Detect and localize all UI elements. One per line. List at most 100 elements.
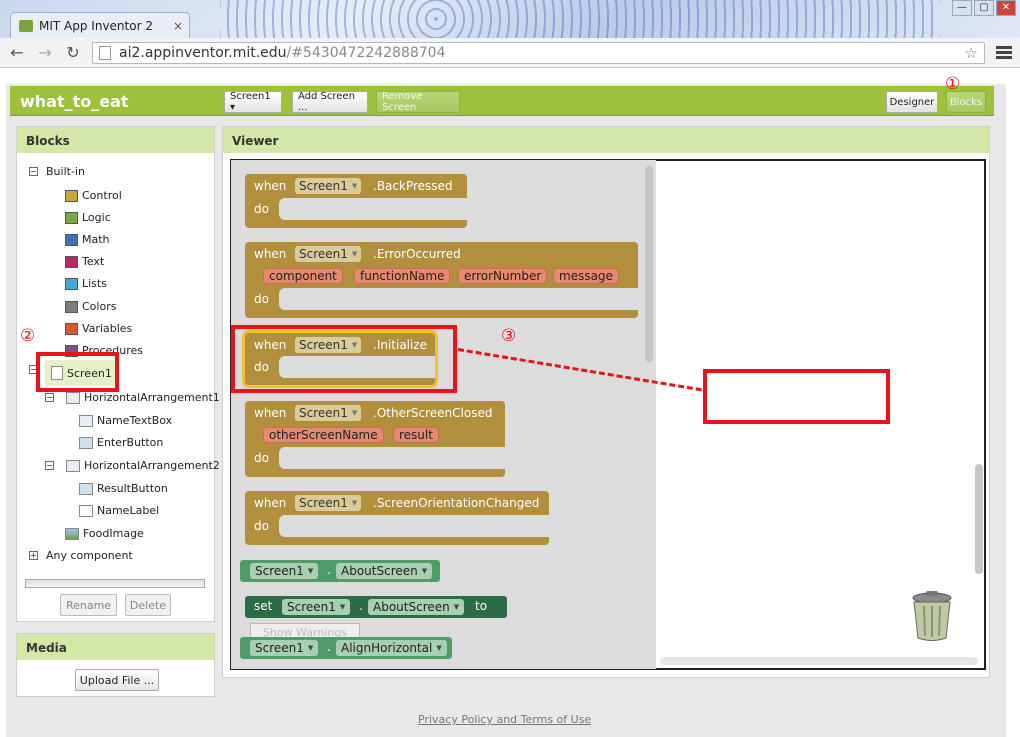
rename-button[interactable]: Rename [60, 594, 117, 616]
component-dropdown-label: Screen1 [287, 600, 336, 614]
annotation-box-initialize [231, 325, 457, 393]
arrangement-icon [66, 459, 80, 472]
add-screen-button[interactable]: Add Screen ... [292, 91, 368, 113]
tree-horizontal-scrollbar[interactable] [25, 579, 205, 588]
param-otherscreenname[interactable]: otherScreenName [263, 427, 384, 443]
variables-color-icon [65, 322, 78, 335]
browser-toolbar: ← → ↻ ai2.appinventor.mit.edu/#543047224… [0, 38, 1020, 68]
block-screenorientationchanged[interactable]: when Screen1 ▼ .ScreenOrientationChanged … [245, 491, 549, 545]
builtin-item-lists[interactable]: Lists [65, 277, 107, 290]
collapse-icon[interactable]: − [45, 461, 54, 470]
annotation-box-screen1 [36, 352, 119, 392]
component-dropdown[interactable]: Screen1 ▼ [250, 563, 319, 579]
address-bar[interactable]: ai2.appinventor.mit.edu/#543047224288870… [92, 42, 985, 64]
tree-enterbutton[interactable]: EnterButton [79, 436, 163, 449]
do-slot [279, 447, 505, 469]
builtin-label: Built-in [46, 165, 85, 178]
builtin-item-colors[interactable]: Colors [65, 300, 116, 313]
tree-resultbutton[interactable]: ResultButton [79, 482, 168, 495]
builtin-item-label: Math [82, 233, 110, 246]
param-result[interactable]: result [393, 427, 439, 443]
block-erroroccurred[interactable]: when Screen1 ▼ .ErrorOccurred component f… [245, 242, 638, 318]
param-message[interactable]: message [553, 268, 619, 284]
trash-can-icon[interactable] [910, 590, 954, 642]
block-get-aboutscreen[interactable]: Screen1 ▼ . AboutScreen ▼ [240, 560, 440, 582]
annotation-marker-3: ③ [501, 326, 517, 346]
workspace-vertical-scrollbar[interactable] [975, 464, 983, 574]
blocks-panel-title: Blocks [17, 127, 214, 153]
tree-foodimage[interactable]: FoodImage [65, 527, 144, 540]
property-dropdown[interactable]: AboutScreen ▼ [368, 599, 465, 615]
upload-file-button[interactable]: Upload File ... [75, 669, 159, 691]
blocks-button[interactable]: Blocks [946, 91, 986, 113]
param-component[interactable]: component [263, 268, 343, 284]
builtin-item-math[interactable]: Math [65, 233, 110, 246]
text-color-icon [65, 255, 78, 268]
when-label: when [254, 406, 287, 420]
expand-icon[interactable]: + [29, 551, 38, 560]
do-label: do [254, 202, 269, 216]
tree-horizontalarrangement2[interactable]: − HorizontalArrangement2 [45, 459, 220, 472]
builtin-item-logic[interactable]: Logic [65, 211, 111, 224]
url-path: /#5430472242888704 [286, 45, 446, 61]
when-label: when [254, 247, 287, 261]
url-host: ai2.appinventor.mit.edu [119, 45, 287, 61]
tree-nametextbox[interactable]: NameTextBox [79, 414, 172, 427]
workspace-horizontal-scrollbar[interactable] [660, 657, 978, 665]
bookmark-star-icon[interactable]: ☆ [965, 44, 978, 62]
builtin-item-label: Control [82, 189, 122, 202]
any-component-label: Any component [46, 549, 133, 562]
block-backpressed[interactable]: when Screen1 ▼ .BackPressed do [245, 174, 467, 228]
tree-namelabel[interactable]: NameLabel [79, 504, 159, 517]
remove-screen-button[interactable]: Remove Screen [376, 91, 460, 113]
designer-button[interactable]: Designer [886, 91, 938, 113]
tree-any-component[interactable]: + Any component [29, 549, 133, 562]
param-functionname[interactable]: functionName [354, 268, 451, 284]
builtin-item-label: Logic [82, 211, 111, 224]
property-dropdown-label: AboutScreen [341, 564, 418, 578]
collapse-icon[interactable]: − [45, 393, 54, 402]
dropdown-triangle-icon: ▼ [351, 250, 358, 258]
property-dropdown[interactable]: AboutScreen ▼ [336, 563, 433, 579]
app-inventor-favicon-icon [19, 19, 33, 32]
screen-dropdown[interactable]: Screen1 ▼ [295, 246, 362, 262]
tree-horizontalarrangement1[interactable]: − HorizontalArrangement1 [45, 391, 220, 404]
screen-dropdown[interactable]: Screen1 ▼ [295, 405, 362, 421]
property-dropdown[interactable]: AlignHorizontal ▼ [336, 640, 447, 656]
screen-dropdown[interactable]: Screen1 ▼ [295, 495, 362, 511]
delete-button[interactable]: Delete [125, 594, 171, 616]
builtin-item-variables[interactable]: Variables [65, 322, 132, 335]
block-get-alignhorizontal[interactable]: Screen1 ▼ . AlignHorizontal ▼ [240, 637, 452, 659]
lists-color-icon [65, 277, 78, 290]
dot-label: . [327, 640, 331, 654]
maximize-button[interactable]: ▢ [974, 0, 994, 16]
browser-menu-icon[interactable] [996, 44, 1012, 62]
reload-icon[interactable]: ↻ [62, 42, 84, 64]
back-arrow-icon[interactable]: ← [6, 42, 28, 64]
collapse-icon[interactable]: − [29, 167, 38, 176]
builtin-item-control[interactable]: Control [65, 189, 122, 202]
button-icon [79, 482, 93, 495]
logic-color-icon [65, 211, 78, 224]
component-dropdown[interactable]: Screen1 ▼ [282, 599, 351, 615]
block-set-aboutscreen[interactable]: set Screen1 ▼ . AboutScreen ▼ to [245, 596, 507, 618]
flyout-scrollbar[interactable] [645, 166, 653, 362]
tree-builtin[interactable]: − Built-in [29, 165, 85, 178]
minimize-button[interactable]: — [952, 0, 972, 16]
component-label: HorizontalArrangement2 [84, 459, 220, 472]
block-otherscreenclosed[interactable]: when Screen1 ▼ .OtherScreenClosed otherSc… [245, 401, 505, 477]
close-window-button[interactable]: ✕ [996, 0, 1016, 16]
component-dropdown[interactable]: Screen1 ▼ [250, 640, 319, 656]
tab-close-icon[interactable]: × [173, 19, 183, 33]
screen-select-dropdown[interactable]: Screen1 ▾ [224, 91, 282, 113]
label-icon [79, 504, 93, 517]
param-errornumber[interactable]: errorNumber [458, 268, 548, 284]
project-toolbar: what_to_eat Screen1 ▾ Add Screen ... Rem… [10, 86, 994, 116]
screen-dropdown[interactable]: Screen1 ▼ [295, 178, 362, 194]
browser-tab[interactable]: MIT App Inventor 2 × [10, 12, 190, 38]
builtin-item-text[interactable]: Text [65, 255, 104, 268]
builtin-item-label: Text [82, 255, 105, 268]
privacy-policy-link[interactable]: Privacy Policy and Terms of Use [418, 713, 591, 726]
forward-arrow-icon[interactable]: → [34, 42, 56, 64]
event-name: .ErrorOccurred [373, 247, 461, 261]
